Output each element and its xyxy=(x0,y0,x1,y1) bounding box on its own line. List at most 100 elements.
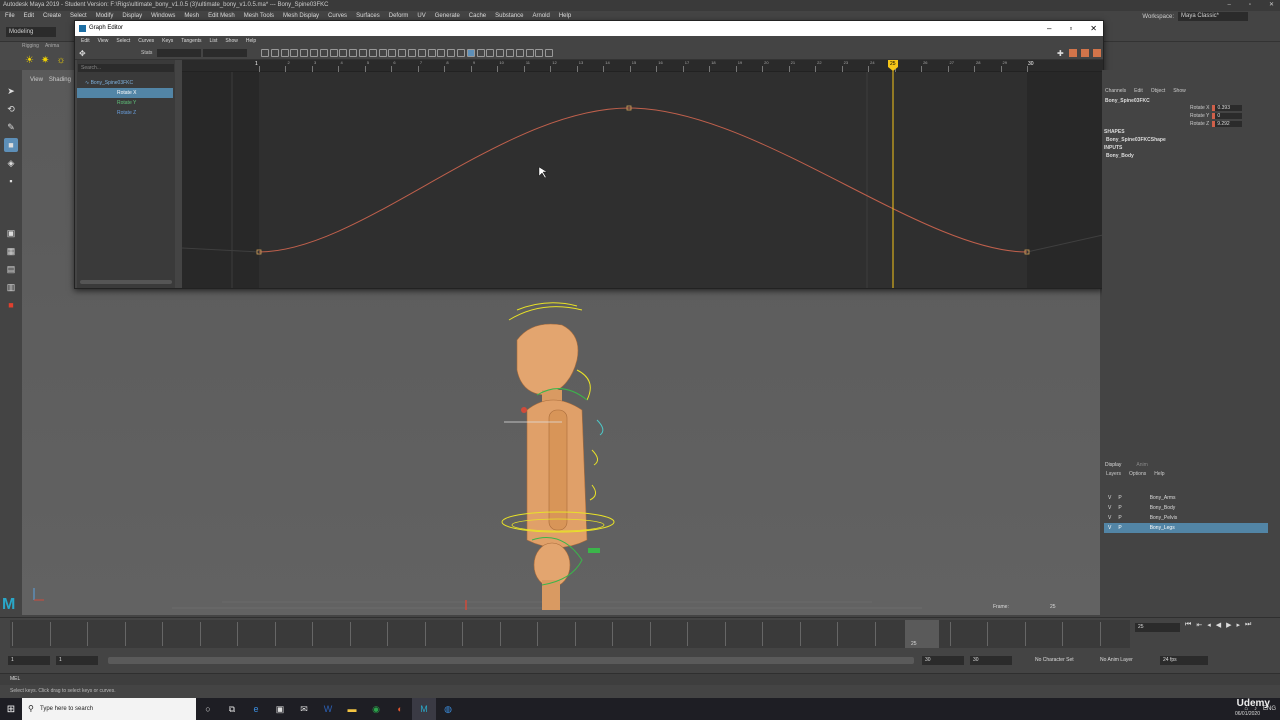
tangent-tool-icon[interactable] xyxy=(359,49,367,57)
outliner-item-rotate-z[interactable]: Rotate Z xyxy=(77,108,173,118)
tangent-tool-icon[interactable] xyxy=(427,49,436,57)
menu-item[interactable]: Edit xyxy=(24,11,34,22)
scale-tool-icon[interactable]: ▪ xyxy=(4,174,18,188)
layout-icon[interactable]: ▤ xyxy=(4,262,18,276)
paint-tool-icon[interactable]: ✎ xyxy=(4,120,18,134)
attr-value[interactable]: 9.292 xyxy=(1212,121,1243,127)
ge-menu-item[interactable]: View xyxy=(98,36,109,46)
shelf-tab-anima[interactable]: Anima xyxy=(45,43,59,49)
layer-menu-help[interactable]: Help xyxy=(1154,471,1164,477)
cb-attr-rotate-y[interactable]: Rotate Y0 xyxy=(1190,113,1243,119)
go-to-end-icon[interactable]: ⏭ xyxy=(1245,621,1251,629)
tangent-tool-icon[interactable] xyxy=(525,49,534,57)
tangent-tool-icon[interactable] xyxy=(506,49,514,57)
outliner-layout-icon[interactable]: ▥ xyxy=(4,280,18,294)
attr-value[interactable]: 0 xyxy=(1212,113,1243,119)
ge-menu-item[interactable]: Help xyxy=(246,36,256,46)
current-time-field[interactable]: 25 xyxy=(1135,623,1180,632)
tangent-tool-icon[interactable] xyxy=(388,49,397,57)
tangent-tool-icon[interactable] xyxy=(447,49,456,57)
tangent-tool-icon[interactable] xyxy=(349,49,358,57)
mel-label[interactable]: MEL xyxy=(10,676,20,682)
layer-playback[interactable]: P xyxy=(1118,503,1121,513)
mail-icon[interactable]: ✉ xyxy=(292,698,316,720)
layer-row[interactable]: V P Bony_Arms xyxy=(1104,493,1268,503)
tangent-tool-icon[interactable] xyxy=(329,49,338,57)
maya-taskbar-icon[interactable]: M xyxy=(412,698,436,720)
graph-view[interactable]: 2 3 4 5 6 7 8 9 10 11 12 13 14 15 16 17 18 19 20 21 22 23 24 26… xyxy=(182,60,1103,288)
four-view-icon[interactable]: ▦ xyxy=(4,244,18,258)
tangent-tool-icon[interactable] xyxy=(466,49,475,57)
cb-menu-channels[interactable]: Channels xyxy=(1105,88,1126,94)
menu-set-dropdown[interactable]: Modeling xyxy=(6,27,56,37)
ge-menu-item[interactable]: Show xyxy=(225,36,238,46)
minimize-icon[interactable]: – xyxy=(1227,0,1230,11)
stats-field-1[interactable] xyxy=(157,49,201,57)
tangent-tool-icon[interactable] xyxy=(476,49,485,57)
layout-toggle-icon[interactable] xyxy=(1069,49,1077,57)
cb-object-name[interactable]: Bony_Spine03FKC xyxy=(1105,98,1150,104)
light-icon[interactable]: ☼ xyxy=(56,55,65,66)
layer-visibility[interactable]: V xyxy=(1108,523,1111,533)
outliner-item-rotate-y[interactable]: Rotate Y xyxy=(77,98,173,108)
tangent-tool-icon[interactable] xyxy=(270,49,279,57)
select-tool-icon[interactable]: ➤ xyxy=(4,84,18,98)
ge-maximize-icon[interactable]: ▫ xyxy=(1069,21,1072,36)
layer-row[interactable]: V P Bony_Body xyxy=(1104,503,1268,513)
cb-shape-name[interactable]: Bony_Spine03FKCShape xyxy=(1106,137,1166,143)
layer-playback[interactable]: P xyxy=(1118,493,1121,503)
tangent-tool-icon[interactable] xyxy=(417,49,426,57)
tangent-tool-icon[interactable] xyxy=(515,49,524,57)
play-forward-icon[interactable]: ▶ xyxy=(1226,621,1231,629)
layer-row[interactable]: V P Bony_Pelvis xyxy=(1104,513,1268,523)
chrome-icon[interactable]: ◉ xyxy=(364,698,388,720)
layout-toggle-icon[interactable] xyxy=(1093,49,1101,57)
tangent-tool-icon[interactable] xyxy=(545,49,554,57)
task-view-icon[interactable]: ⧉ xyxy=(220,698,244,720)
range-slider[interactable] xyxy=(108,657,914,664)
tangent-tool-icon[interactable] xyxy=(261,49,269,57)
light-icon[interactable]: ✷ xyxy=(41,55,49,66)
outliner-search-input[interactable]: Search... xyxy=(78,64,174,72)
cortana-icon[interactable]: ○ xyxy=(196,698,220,720)
range-end-field[interactable]: 30 xyxy=(922,656,964,665)
layer-playback[interactable]: P xyxy=(1118,523,1121,533)
go-to-start-icon[interactable]: ⏮ xyxy=(1185,621,1191,629)
tangent-tool-icon[interactable] xyxy=(398,49,407,57)
ge-menu-item[interactable]: Edit xyxy=(81,36,90,46)
layer-visibility[interactable]: V xyxy=(1108,493,1111,503)
tangent-tool-icon[interactable] xyxy=(319,49,328,57)
layer-visibility[interactable]: V xyxy=(1108,513,1111,523)
tangent-tool-icon[interactable] xyxy=(496,49,505,57)
tangent-tool-icon[interactable] xyxy=(535,49,544,57)
frame-all-icon[interactable]: ✚ xyxy=(1057,49,1064,58)
anim-end-field[interactable]: 30 xyxy=(970,656,1012,665)
ge-menu-item[interactable]: Tangents xyxy=(181,36,201,46)
tangent-tool-icon[interactable] xyxy=(408,49,416,57)
play-back-icon[interactable]: ◀ xyxy=(1216,621,1221,629)
tangent-tool-icon[interactable] xyxy=(486,49,495,57)
render-icon[interactable]: ■ xyxy=(4,298,18,312)
app-icon[interactable]: ◍ xyxy=(436,698,460,720)
command-line[interactable]: MEL xyxy=(0,673,1280,685)
anim-layer-dropdown[interactable]: No Anim Layer xyxy=(1100,657,1133,663)
file-explorer-icon[interactable]: ▬ xyxy=(340,698,364,720)
step-back-icon[interactable]: ◂ xyxy=(1207,621,1211,629)
outliner-scrollbar[interactable] xyxy=(80,280,172,284)
maximize-icon[interactable]: ▫ xyxy=(1249,0,1251,11)
powerpoint-icon[interactable]: ◐ xyxy=(388,698,412,720)
layer-menu-layers[interactable]: Layers xyxy=(1106,471,1121,477)
viewport-menu-view[interactable]: View xyxy=(30,77,43,83)
taskbar-search-input[interactable]: ⚲ Type here to search xyxy=(22,698,196,720)
step-forward-icon[interactable]: ▸ xyxy=(1236,621,1240,629)
cb-attr-rotate-z[interactable]: Rotate Z 9.292 xyxy=(1190,121,1243,127)
tangent-tool-icon[interactable] xyxy=(290,49,299,57)
edge-icon[interactable]: e xyxy=(244,698,268,720)
outliner-item-rotate-x[interactable]: Rotate X xyxy=(77,88,173,98)
anim-start-field[interactable]: 1 xyxy=(8,656,50,665)
workspace-selector[interactable]: Workspace: Maya Classic* xyxy=(1142,12,1248,21)
ge-menu-item[interactable]: List xyxy=(210,36,218,46)
layer-row-selected[interactable]: V P Bony_Legs xyxy=(1104,523,1268,533)
time-slider-track[interactable] xyxy=(10,620,1130,648)
ge-minimize-icon[interactable]: – xyxy=(1047,21,1051,36)
